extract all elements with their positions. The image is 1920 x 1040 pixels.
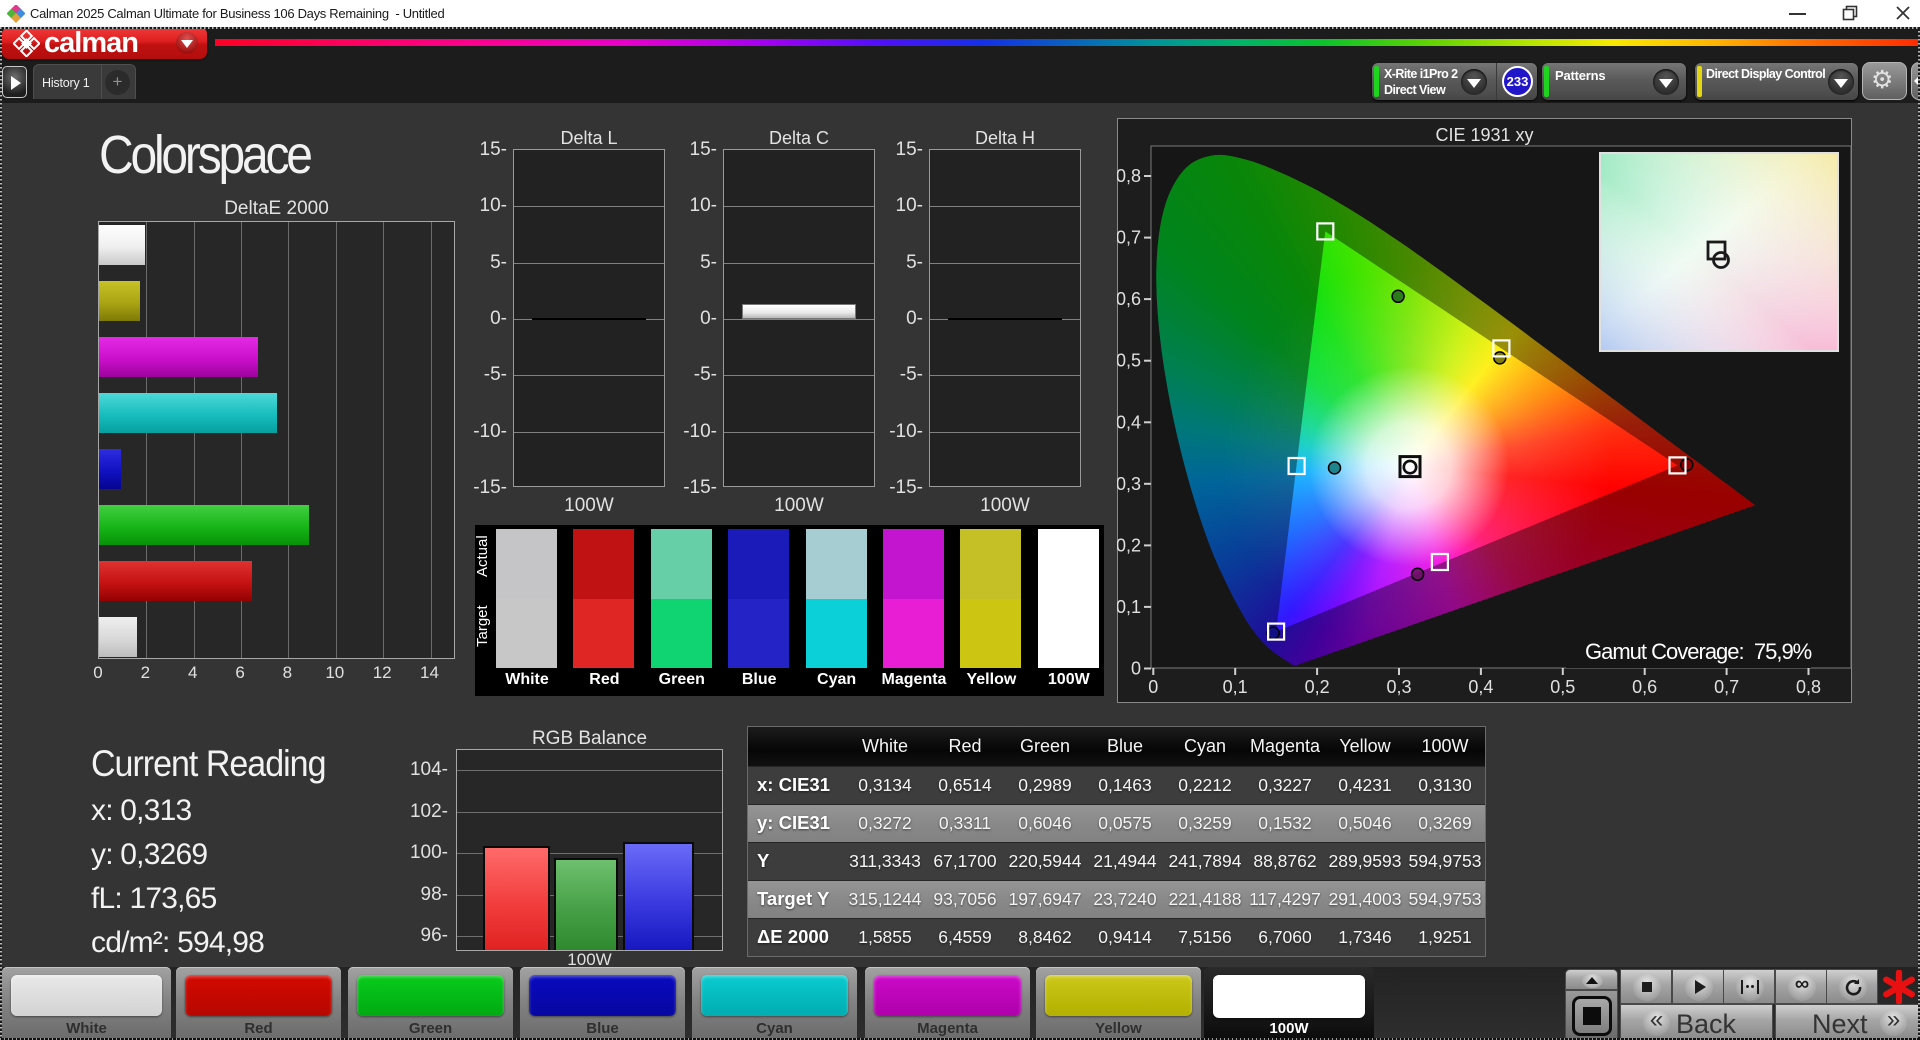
svg-text:0,5: 0,5 [1550, 677, 1575, 697]
svg-text:0,7: 0,7 [1117, 228, 1141, 248]
svg-text:0,6: 0,6 [1117, 289, 1141, 309]
svg-text:0,4: 0,4 [1117, 412, 1141, 432]
svg-text:0,6: 0,6 [1632, 677, 1657, 697]
svg-text:0,2: 0,2 [1117, 535, 1141, 555]
svg-text:0,5: 0,5 [1117, 351, 1141, 371]
svg-text:0,1: 0,1 [1117, 597, 1141, 617]
svg-text:Gamut Coverage: 75,9%: Gamut Coverage: 75,9% [1585, 639, 1812, 664]
svg-text:0,2: 0,2 [1305, 677, 1330, 697]
svg-text:0,3: 0,3 [1386, 677, 1411, 697]
svg-text:0,4: 0,4 [1468, 677, 1493, 697]
svg-text:0,3: 0,3 [1117, 474, 1141, 494]
svg-text:0,1: 0,1 [1223, 677, 1248, 697]
svg-text:0,7: 0,7 [1714, 677, 1739, 697]
svg-text:0: 0 [1131, 659, 1141, 679]
svg-text:0,8: 0,8 [1117, 166, 1141, 186]
svg-text:0: 0 [1148, 677, 1158, 697]
svg-text:0,8: 0,8 [1796, 677, 1821, 697]
